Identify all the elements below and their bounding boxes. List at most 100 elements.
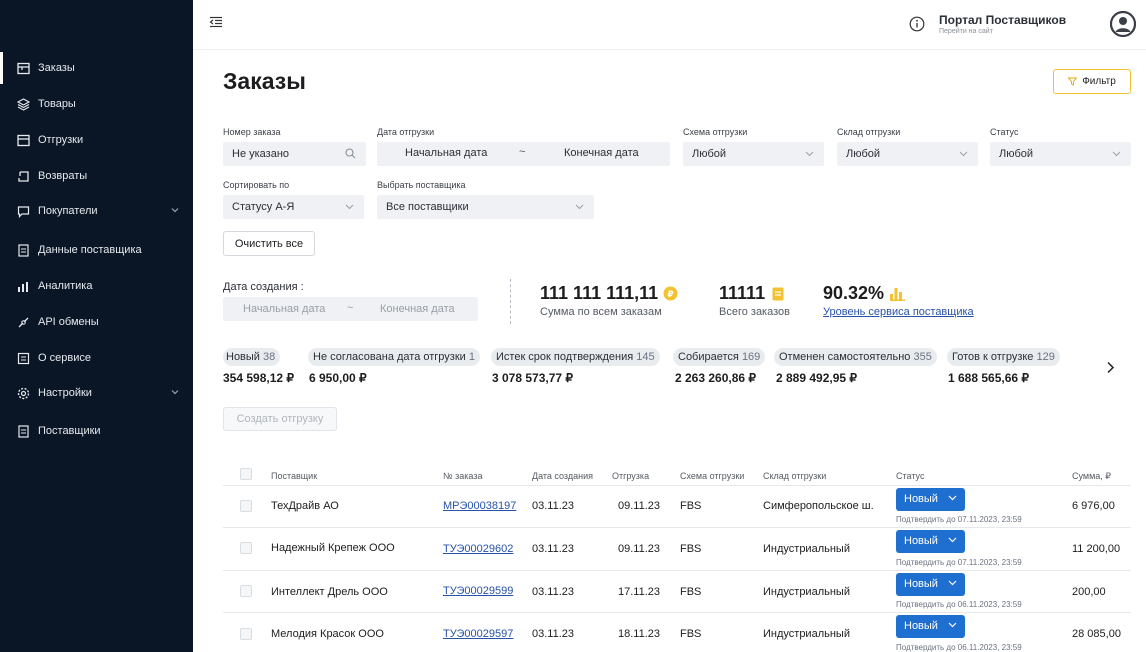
column-header-order[interactable]: № заказа	[443, 471, 482, 481]
cell-scheme: FBS	[680, 500, 702, 512]
select-all-checkbox[interactable]	[240, 468, 252, 480]
chevron-right-icon[interactable]	[1106, 361, 1115, 377]
suppliers-icon	[16, 424, 30, 438]
row-checkbox[interactable]	[240, 585, 252, 597]
api-icon	[16, 315, 30, 329]
sidebar-item-products[interactable]: Товары	[0, 88, 193, 120]
column-header-status[interactable]: Статус	[896, 471, 924, 481]
cell-order-link[interactable]: МРЭ00038197	[443, 500, 516, 512]
warehouse-select[interactable]: Любой	[837, 142, 978, 166]
status-chip-cancelled[interactable]: Отменен самостоятельно 355	[774, 348, 937, 366]
sidebar-item-api[interactable]: API обмены	[0, 306, 193, 338]
sort-select[interactable]: Статусу А-Я	[223, 195, 364, 219]
row-checkbox[interactable]	[240, 628, 252, 640]
sort-value: Статусу А-Я	[232, 201, 295, 213]
shipments-icon	[16, 133, 30, 147]
created-date-end[interactable]: Конечная дата	[380, 303, 455, 315]
cell-sum: 28 085,00	[1072, 628, 1121, 640]
status-dropdown[interactable]: Новый	[896, 573, 965, 596]
column-header-warehouse[interactable]: Склад отгрузки	[763, 471, 826, 481]
cell-shipment: 09.11.23	[618, 500, 661, 512]
chip-amount-ready: 1 688 565,66 ₽	[948, 371, 1030, 385]
menu-collapse-icon[interactable]	[209, 16, 223, 31]
status-dropdown[interactable]: Новый	[896, 488, 965, 511]
sidebar-item-label: Заказы	[38, 62, 75, 74]
column-header-shipment[interactable]: Отгрузка	[612, 471, 649, 481]
chevron-down-icon	[948, 615, 957, 637]
date-range-separator: ~	[347, 302, 354, 314]
top-bar: Портал Поставщиков Перейти на сайт	[193, 0, 1146, 50]
chip-label: Отменен самостоятельно	[779, 351, 911, 363]
sidebar-item-about[interactable]: О сервисе	[0, 342, 193, 374]
status-dropdown[interactable]: Новый	[896, 615, 965, 638]
sidebar-item-settings[interactable]: Настройки	[0, 377, 193, 409]
scheme-select[interactable]: Любой	[683, 142, 824, 166]
chip-count: 145	[636, 351, 655, 363]
ship-date-end[interactable]: Конечная дата	[564, 147, 639, 159]
created-date-range[interactable]: Начальная дата ~ Конечная дата	[223, 297, 478, 321]
create-shipment-button[interactable]: Создать отгрузку	[223, 407, 337, 431]
chevron-down-icon	[171, 205, 179, 217]
orders-sheet-icon	[772, 287, 784, 301]
products-icon	[16, 97, 30, 111]
sidebar-item-shipments[interactable]: Отгрузки	[0, 124, 193, 156]
status-chip-assembling[interactable]: Собирается 169	[673, 348, 766, 366]
sidebar-item-analytics[interactable]: Аналитика	[0, 270, 193, 302]
user-avatar-icon[interactable]	[1109, 10, 1137, 40]
supplier-select[interactable]: Все поставщики	[377, 195, 594, 219]
cell-warehouse: Индустриальный	[763, 628, 850, 640]
chip-amount-date-not-agreed: 6 950,00 ₽	[309, 371, 367, 385]
sidebar-item-supplier-data[interactable]: Данные поставщика	[0, 234, 193, 266]
confirm-deadline: Подтвердить до 07.11.2023, 23:59	[896, 558, 1022, 567]
column-header-supplier[interactable]: Поставщик	[271, 471, 317, 481]
status-select[interactable]: Любой	[990, 142, 1131, 166]
bar-chart-icon	[890, 287, 906, 301]
chip-label: Истек срок подтверждения	[496, 351, 634, 363]
status-dropdown[interactable]: Новый	[896, 530, 965, 553]
filter-button-label: Фильтр	[1082, 76, 1116, 87]
row-checkbox[interactable]	[240, 500, 252, 512]
column-header-sum[interactable]: Сумма, ₽	[1072, 471, 1111, 482]
status-chip-expired[interactable]: Истек срок подтверждения 145	[491, 348, 660, 366]
filter-icon	[1068, 77, 1078, 86]
created-date-start[interactable]: Начальная дата	[243, 303, 325, 315]
ship-date-start[interactable]: Начальная дата	[405, 147, 487, 159]
portal-link[interactable]: Перейти на сайт	[939, 28, 993, 35]
page-title: Заказы	[223, 68, 306, 94]
status-chip-ready[interactable]: Готов к отгрузке 129	[947, 348, 1060, 366]
sidebar-item-label: Данные поставщика	[38, 244, 142, 256]
cell-sum: 200,00	[1072, 586, 1106, 598]
sidebar-item-orders[interactable]: Заказы	[0, 52, 193, 84]
warehouse-label: Склад отгрузки	[837, 127, 901, 137]
cell-order-link[interactable]: ТУЭ00029599	[443, 585, 513, 597]
order-number-label: Номер заказа	[223, 127, 281, 137]
ship-date-range[interactable]: Начальная дата ~ Конечная дата	[377, 142, 670, 166]
cell-order-link[interactable]: ТУЭ00029602	[443, 543, 513, 555]
search-icon[interactable]	[345, 148, 356, 162]
column-header-scheme[interactable]: Схема отгрузки	[680, 471, 744, 481]
cell-scheme: FBS	[680, 586, 702, 598]
status-chip-new[interactable]: Новый 38	[223, 348, 281, 366]
row-checkbox[interactable]	[240, 542, 252, 554]
sidebar-item-suppliers[interactable]: Поставщики	[0, 415, 193, 447]
service-level-link[interactable]: Уровень сервиса поставщика	[823, 306, 974, 318]
column-header-created[interactable]: Дата создания	[532, 471, 593, 481]
chip-amount-expired: 3 078 573,77 ₽	[492, 371, 574, 385]
sidebar-item-buyers[interactable]: Покупатели	[0, 195, 193, 227]
confirm-deadline: Подтвердить до 07.11.2023, 23:59	[896, 515, 1022, 524]
header-divider	[223, 485, 1131, 486]
status-badge-label: Новый	[904, 535, 938, 547]
sidebar-item-label: Настройки	[38, 387, 92, 399]
info-icon[interactable]	[909, 16, 925, 35]
filter-button[interactable]: Фильтр	[1053, 69, 1131, 94]
sidebar: Заказы Товары Отгрузки Возвраты Покупате…	[0, 0, 193, 652]
sidebar-item-returns[interactable]: Возвраты	[0, 160, 193, 192]
clear-all-button[interactable]: Очистить все	[223, 231, 315, 256]
cell-created: 03.11.23	[532, 500, 575, 512]
status-chip-date-not-agreed[interactable]: Не согласована дата отгрузки 1	[308, 348, 480, 366]
cell-created: 03.11.23	[532, 586, 575, 598]
chevron-down-icon	[345, 202, 354, 214]
cell-order-link[interactable]: ТУЭ00029597	[443, 628, 513, 640]
cell-supplier: Интеллект Дрель ООО	[271, 586, 388, 598]
order-number-input[interactable]: Не указано	[223, 142, 366, 166]
